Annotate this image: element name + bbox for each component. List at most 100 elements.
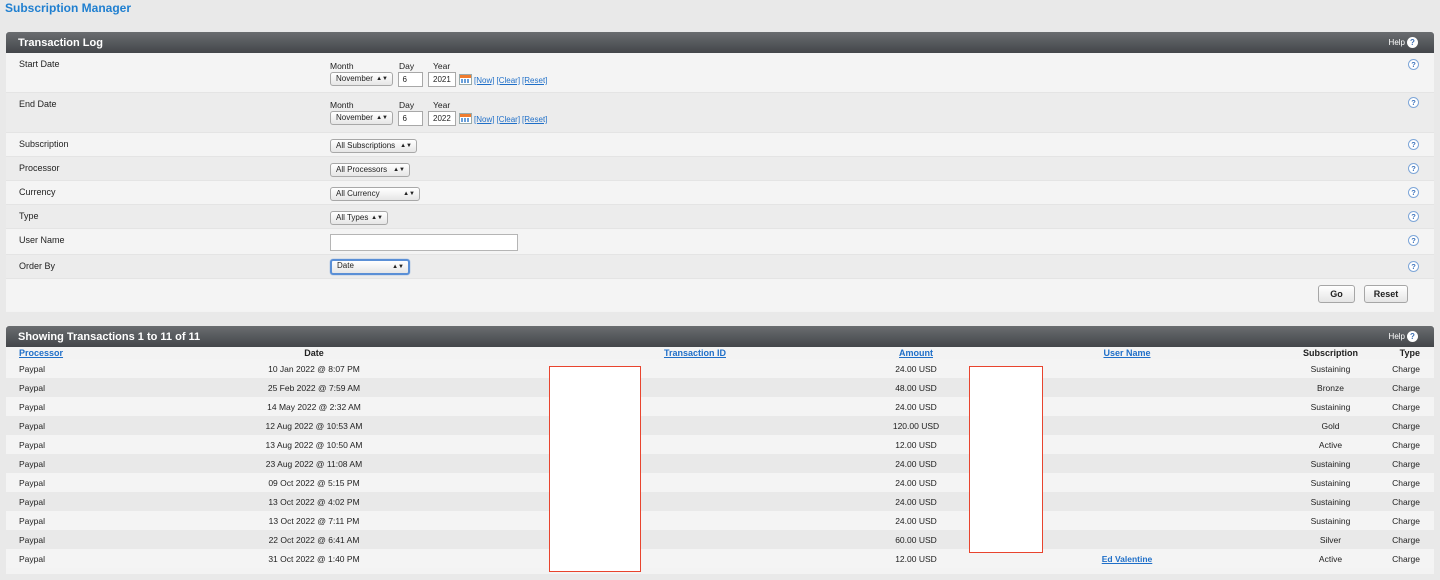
table-row: Paypal 31 Oct 2022 @ 1:40 PM 12.00 USD Ed V…	[6, 549, 1434, 568]
cell-type: Charge	[1378, 492, 1434, 511]
table-row: Paypal 13 Oct 2022 @ 4:02 PM 24.00 USD Sust…	[6, 492, 1434, 511]
table-row: Paypal 12 Aug 2022 @ 10:53 AM 120.00 USD Go…	[6, 416, 1434, 435]
start-date-label: Start Date	[19, 59, 60, 69]
type-select[interactable]: All Types ▲▼	[330, 211, 388, 225]
end-year-input[interactable]: 2022	[428, 111, 457, 126]
cell-date: 13 Oct 2022 @ 4:02 PM	[99, 492, 529, 511]
column-header-transaction-id[interactable]: Transaction ID	[529, 347, 861, 359]
type-label: Type	[19, 211, 39, 221]
cell-subscription: Bronze	[1283, 378, 1378, 397]
order-by-help-icon[interactable]: ?	[1408, 261, 1419, 272]
cell-type: Charge	[1378, 530, 1434, 549]
cell-date: 22 Oct 2022 @ 6:41 AM	[99, 530, 529, 549]
sort-link-amount[interactable]: Amount	[899, 348, 933, 358]
currency-help-icon[interactable]: ?	[1408, 187, 1419, 198]
reset-button[interactable]: Reset	[1364, 285, 1408, 303]
start-year-input[interactable]: 2021	[428, 72, 457, 87]
start-month-value: November	[336, 74, 373, 83]
processor-select[interactable]: All Processors ▲▼	[330, 163, 410, 177]
cell-subscription: Sustaining	[1283, 397, 1378, 416]
type-help-icon[interactable]: ?	[1408, 211, 1419, 222]
start-clear-link[interactable]: [Clear]	[496, 76, 520, 85]
column-header-amount[interactable]: Amount	[861, 347, 971, 359]
user-name-input[interactable]	[330, 234, 518, 251]
select-arrows-icon: ▲▼	[371, 215, 383, 221]
currency-value: All Currency	[336, 189, 380, 198]
end-clear-link[interactable]: [Clear]	[496, 115, 520, 124]
cell-processor: Paypal	[6, 378, 99, 397]
cell-processor: Paypal	[6, 397, 99, 416]
calendar-icon[interactable]	[459, 113, 473, 124]
subscription-select[interactable]: All Subscriptions ▲▼	[330, 139, 417, 153]
redaction-box-transaction-id	[549, 366, 641, 572]
action-row: Go Reset	[6, 279, 1434, 311]
cell-subscription: Sustaining	[1283, 454, 1378, 473]
user-name-help-icon[interactable]: ?	[1408, 235, 1419, 246]
year-label: Year	[433, 61, 451, 71]
cell-subscription: Gold	[1283, 416, 1378, 435]
end-date-help-icon[interactable]: ?	[1408, 97, 1419, 108]
end-date-row: End Date Month Day Year November ▲▼ 6 202…	[6, 93, 1434, 133]
cell-type: Charge	[1378, 454, 1434, 473]
start-date-controls: Month Day Year November ▲▼ 6 2021 [Now] [Cl…	[330, 61, 549, 89]
table-header-row: Processor Date Transaction ID Amount Use…	[6, 347, 1434, 359]
column-header-processor[interactable]: Processor	[6, 347, 99, 359]
cell-amount: 12.00 USD	[861, 435, 971, 454]
cell-subscription: Active	[1283, 435, 1378, 454]
order-by-select[interactable]: Date ▲▼	[330, 259, 410, 275]
table-row: Paypal 22 Oct 2022 @ 6:41 AM 60.00 USD Silv…	[6, 530, 1434, 549]
order-by-label: Order By	[19, 261, 56, 271]
cell-type: Charge	[1378, 473, 1434, 492]
processor-help-icon[interactable]: ?	[1408, 163, 1419, 174]
table-row: Paypal 14 May 2022 @ 2:32 AM 24.00 USD Sust…	[6, 397, 1434, 416]
end-month-select[interactable]: November ▲▼	[330, 111, 393, 125]
cell-date: 13 Aug 2022 @ 10:50 AM	[99, 435, 529, 454]
select-arrows-icon: ▲▼	[400, 143, 412, 149]
cell-amount: 120.00 USD	[861, 416, 971, 435]
end-day-input[interactable]: 6	[397, 111, 423, 126]
cell-type: Charge	[1378, 359, 1434, 378]
start-month-select[interactable]: November ▲▼	[330, 72, 393, 86]
select-arrows-icon: ▲▼	[392, 264, 404, 270]
cell-processor: Paypal	[6, 359, 99, 378]
cell-processor: Paypal	[6, 549, 99, 568]
end-date-controls: Month Day Year November ▲▼ 6 2022 [Now] [Cl…	[330, 100, 549, 128]
currency-select[interactable]: All Currency ▲▼	[330, 187, 420, 201]
start-date-help-icon[interactable]: ?	[1408, 59, 1419, 70]
end-now-link[interactable]: [Now]	[474, 115, 494, 124]
subscription-help-icon[interactable]: ?	[1408, 139, 1419, 150]
end-reset-link[interactable]: [Reset]	[522, 115, 547, 124]
help-label: Help	[1388, 38, 1405, 47]
subscription-row: Subscription All Subscriptions ▲▼ ?	[6, 133, 1434, 157]
start-day-input[interactable]: 6	[397, 72, 423, 87]
user-name-link[interactable]: Ed Valentine	[1102, 554, 1153, 564]
sort-link-user-name[interactable]: User Name	[1103, 348, 1150, 358]
cell-processor: Paypal	[6, 492, 99, 511]
end-date-label: End Date	[19, 99, 57, 109]
start-now-link[interactable]: [Now]	[474, 76, 494, 85]
day-label: Day	[399, 100, 415, 110]
transaction-log-panel: Transaction Log Help ? Start Date Month …	[6, 32, 1434, 312]
cell-amount: 24.00 USD	[861, 473, 971, 492]
column-header-date: Date	[99, 347, 529, 359]
cell-type: Charge	[1378, 435, 1434, 454]
help-link[interactable]: Help ?	[1389, 37, 1418, 48]
cell-amount: 12.00 USD	[861, 549, 971, 568]
results-panel: Showing Transactions 1 to 11 of 11 Help …	[6, 326, 1434, 574]
cell-amount: 24.00 USD	[861, 359, 971, 378]
help-label: Help	[1388, 332, 1405, 341]
cell-date: 25 Feb 2022 @ 7:59 AM	[99, 378, 529, 397]
help-link[interactable]: Help ?	[1389, 331, 1418, 342]
go-button[interactable]: Go	[1318, 285, 1355, 303]
start-reset-link[interactable]: [Reset]	[522, 76, 547, 85]
cell-subscription: Sustaining	[1283, 359, 1378, 378]
cell-type: Charge	[1378, 549, 1434, 568]
subscription-value: All Subscriptions	[336, 141, 396, 150]
calendar-icon[interactable]	[459, 74, 473, 85]
cell-processor: Paypal	[6, 435, 99, 454]
column-header-user-name[interactable]: User Name	[971, 347, 1283, 359]
sort-link-transaction-id[interactable]: Transaction ID	[664, 348, 726, 358]
sort-link-processor[interactable]: Processor	[19, 348, 63, 358]
end-month-value: November	[336, 113, 373, 122]
cell-subscription: Silver	[1283, 530, 1378, 549]
